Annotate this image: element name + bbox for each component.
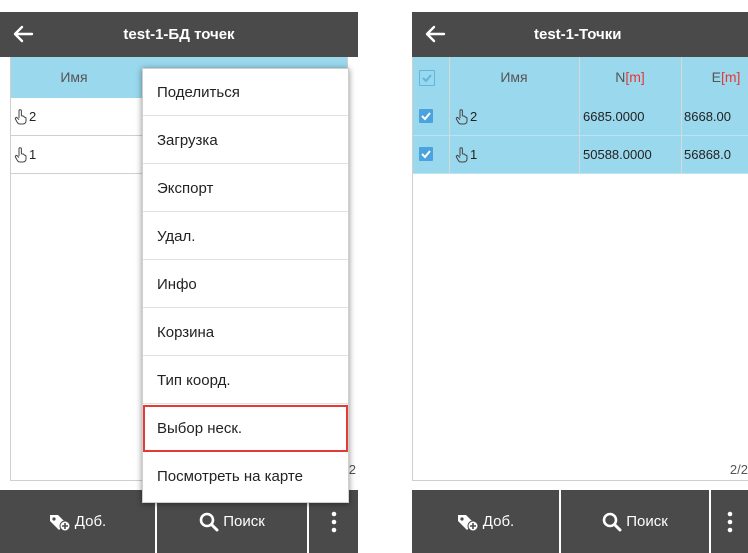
search-button[interactable]: Поиск bbox=[561, 490, 709, 553]
page-title: test-1-Точки bbox=[534, 26, 622, 43]
menu-item-share[interactable]: Поделиться bbox=[143, 69, 348, 116]
select-all-checkbox-icon[interactable] bbox=[419, 70, 435, 86]
more-vert-icon bbox=[331, 511, 336, 532]
column-divider bbox=[681, 57, 682, 174]
hand-point-icon bbox=[14, 147, 27, 163]
add-button[interactable]: Доб. bbox=[412, 490, 559, 553]
column-n-label: N bbox=[615, 69, 626, 85]
search-icon bbox=[199, 512, 219, 531]
more-vert-icon bbox=[727, 511, 732, 532]
title-bar: test-1-БД точек bbox=[0, 12, 358, 57]
point-easting: 56868.0 bbox=[684, 147, 731, 162]
hand-point-icon bbox=[455, 147, 468, 163]
column-header-e[interactable]: E[m] bbox=[681, 57, 748, 98]
table-header: Имя N[m] E[m] bbox=[413, 57, 748, 98]
menu-item-delete[interactable]: Удал. bbox=[143, 213, 348, 260]
column-n-unit: [m] bbox=[625, 69, 645, 85]
left-screen: test-1-БД точек Имя 2 1 2/2 bbox=[0, 0, 358, 553]
tag-plus-icon bbox=[49, 514, 71, 531]
menu-item-trash[interactable]: Корзина bbox=[143, 309, 348, 356]
title-bar: test-1-Точки bbox=[412, 12, 748, 57]
point-easting: 8668.00 bbox=[684, 109, 731, 124]
bottom-toolbar: Доб. Поиск bbox=[412, 490, 748, 553]
column-header-name[interactable]: Имя bbox=[449, 57, 579, 98]
add-button-label: Доб. bbox=[482, 513, 515, 530]
add-button-label: Доб. bbox=[74, 513, 107, 530]
tag-plus-icon bbox=[457, 514, 479, 531]
column-e-label: E bbox=[711, 69, 721, 85]
menu-item-view-on-map[interactable]: Посмотреть на карте bbox=[143, 453, 348, 500]
back-arrow-icon[interactable] bbox=[420, 18, 450, 50]
search-button-label: Поиск bbox=[626, 513, 668, 530]
table-row[interactable]: 2 6685.0000 8668.00 bbox=[413, 98, 748, 136]
hand-point-icon bbox=[14, 109, 27, 125]
column-divider bbox=[579, 57, 580, 174]
menu-item-multi-select[interactable]: Выбор неск. bbox=[143, 405, 348, 452]
page-indicator: 2/2 bbox=[729, 462, 748, 477]
point-name: 1 bbox=[470, 147, 478, 162]
page-title: test-1-БД точек bbox=[123, 26, 235, 43]
column-divider bbox=[449, 57, 450, 174]
search-icon bbox=[602, 512, 622, 531]
right-screen: test-1-Точки Имя N[m] E[m] 2 6685.0000 8 bbox=[412, 0, 748, 553]
hand-point-icon bbox=[455, 109, 468, 125]
point-northing: 6685.0000 bbox=[583, 109, 645, 124]
point-name: 2 bbox=[470, 109, 478, 124]
menu-item-export[interactable]: Экспорт bbox=[143, 165, 348, 212]
more-options-button[interactable] bbox=[711, 490, 748, 553]
column-header-name[interactable]: Имя bbox=[11, 57, 137, 98]
menu-item-info[interactable]: Инфо bbox=[143, 261, 348, 308]
overflow-menu: Поделиться Загрузка Экспорт Удал. Инфо К… bbox=[142, 68, 349, 503]
column-e-unit: [m] bbox=[720, 69, 741, 85]
row-checkbox-icon[interactable] bbox=[419, 109, 433, 123]
points-table: Имя N[m] E[m] 2 6685.0000 8668.00 1 5058… bbox=[412, 57, 748, 481]
column-header-n[interactable]: N[m] bbox=[579, 57, 681, 98]
row-checkbox-icon[interactable] bbox=[419, 147, 433, 161]
point-northing: 50588.0000 bbox=[583, 147, 652, 162]
search-button-label: Поиск bbox=[223, 513, 265, 530]
table-row[interactable]: 1 50588.0000 56868.0 bbox=[413, 136, 748, 174]
menu-item-coord-type[interactable]: Тип коорд. bbox=[143, 357, 348, 404]
point-name: 2 bbox=[29, 109, 37, 124]
add-button[interactable]: Доб. bbox=[0, 490, 155, 553]
point-name: 1 bbox=[29, 147, 37, 162]
menu-item-load[interactable]: Загрузка bbox=[143, 117, 348, 164]
